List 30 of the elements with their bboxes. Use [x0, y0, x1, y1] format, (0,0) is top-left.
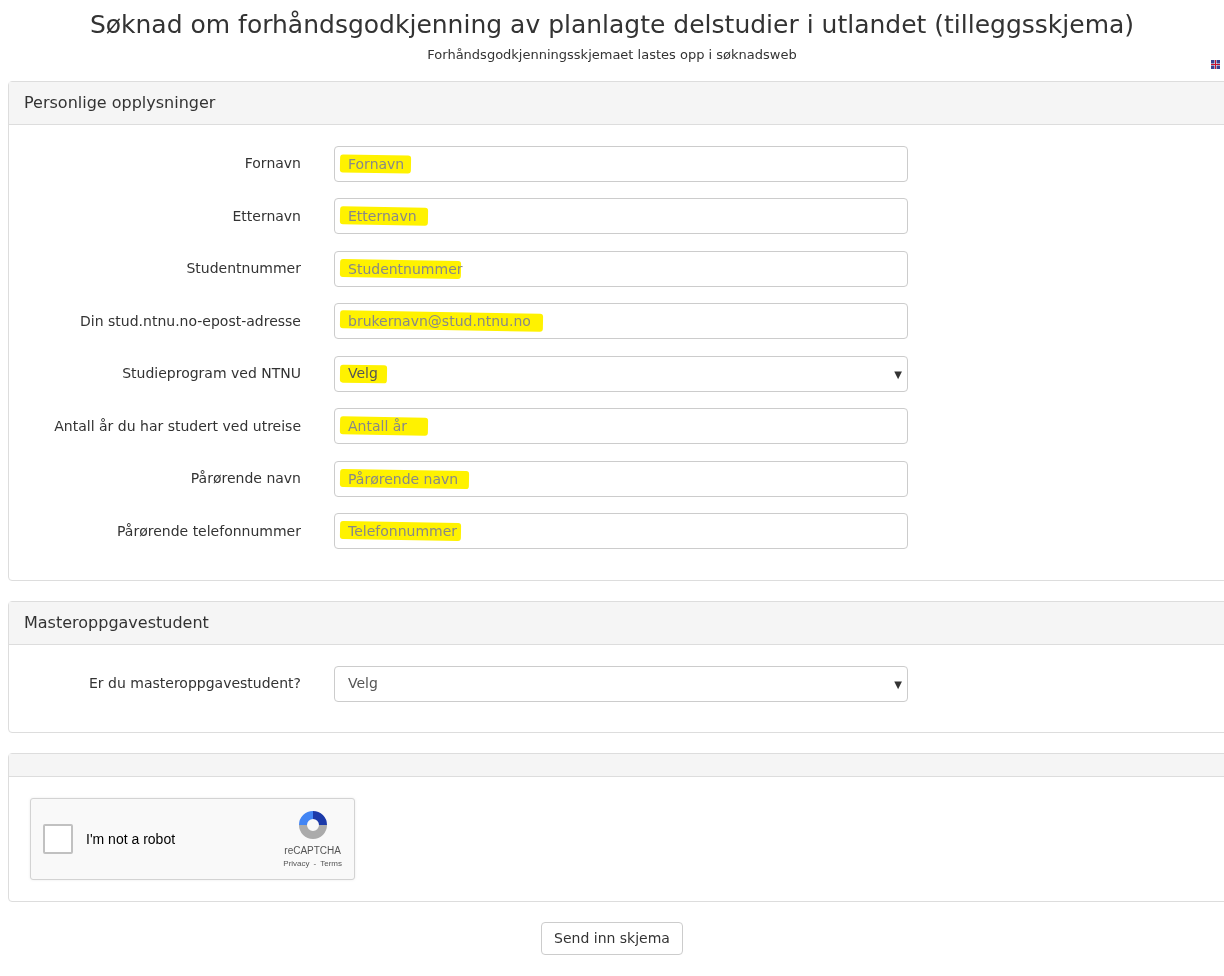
terms-link[interactable]: Terms: [320, 857, 342, 870]
page-title: Søknad om forhåndsgodkjenning av planlagte delstudier i utlandet (tilleggsskjema): [88, 10, 1136, 40]
field-label: Er du masteroppgavestudent?: [88, 674, 302, 693]
privacy-link[interactable]: Privacy: [283, 857, 310, 870]
field-label: Pårørende telefonnummer: [116, 521, 302, 541]
field-label: Fornavn: [243, 154, 302, 173]
panel-heading: Masteroppgavestudent: [9, 601, 1224, 645]
captcha-checkbox[interactable]: [43, 824, 73, 854]
recaptcha-logo-icon: [296, 808, 329, 841]
caret-icon: ▼: [894, 366, 902, 382]
page-subtitle: Forhåndsgodkjenningsskjemaet lastes opp i søknadsweb: [427, 47, 797, 62]
input-field[interactable]: Pårørende navn: [334, 460, 908, 497]
submit-button[interactable]: Send inn skjema: [541, 922, 683, 955]
flag-icon[interactable]: [1211, 60, 1220, 69]
field-label: Etternavn: [231, 206, 302, 226]
input-field[interactable]: Etternavn: [334, 198, 908, 234]
caret-icon: ▼: [894, 676, 902, 692]
input-field[interactable]: Telefonnummer: [334, 513, 908, 549]
field-label: Studentnummer: [185, 259, 302, 278]
field-label: Antall år du har studert ved utreise: [53, 416, 302, 436]
input-field[interactable]: Antall år: [334, 408, 908, 444]
field-label: Din stud.ntnu.no-epost-adresse: [79, 311, 302, 331]
link-separator: -: [313, 857, 317, 870]
panel-heading: Personlige opplysninger: [9, 81, 1224, 125]
field-label: Pårørende navn: [189, 469, 302, 488]
captcha-label: I'm not a robot: [86, 829, 176, 849]
field-label: Studieprogram ved NTNU: [121, 364, 302, 383]
input-field[interactable]: Fornavn: [334, 145, 908, 182]
input-field[interactable]: brukernavn@stud.ntnu.no: [334, 303, 908, 339]
captcha-brand: reCAPTCHA: [284, 843, 341, 858]
